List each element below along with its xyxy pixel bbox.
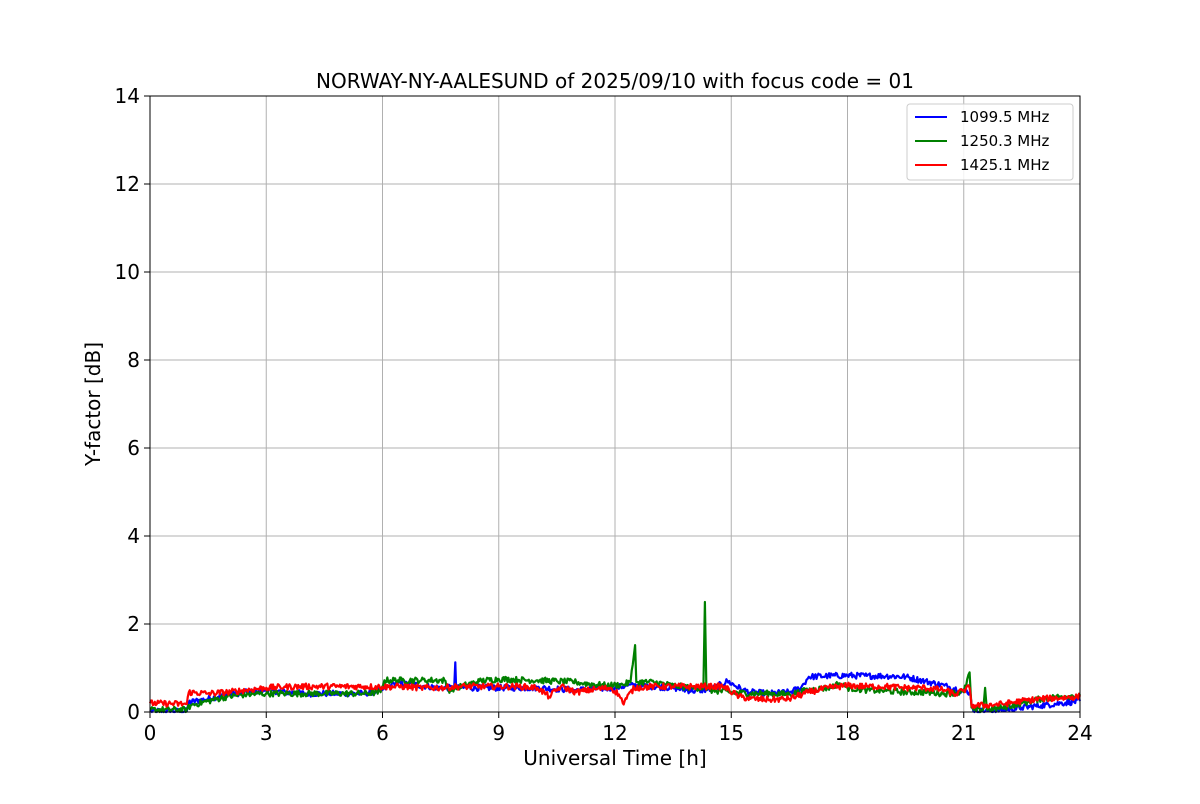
x-tick-label: 0: [144, 721, 157, 745]
y-tick-label: 8: [127, 348, 140, 372]
y-tick-label: 0: [127, 700, 140, 724]
chart-title: NORWAY-NY-AALESUND of 2025/09/10 with fo…: [316, 69, 914, 93]
y-axis-ticks: 0 2 4 6 8 10 12 14: [115, 84, 150, 724]
x-axis-label: Universal Time [h]: [523, 746, 706, 770]
x-tick-label: 21: [951, 721, 976, 745]
x-tick-label: 9: [492, 721, 505, 745]
y-tick-label: 2: [127, 612, 140, 636]
grid-layer: [149, 95, 1081, 713]
x-tick-label: 6: [376, 721, 389, 745]
x-tick-label: 12: [602, 721, 627, 745]
y-tick-label: 12: [115, 172, 140, 196]
y-tick-label: 4: [127, 524, 140, 548]
y-tick-label: 10: [115, 260, 140, 284]
chart-root: NORWAY-NY-AALESUND of 2025/09/10 with fo…: [0, 0, 1200, 800]
x-tick-label: 15: [719, 721, 744, 745]
legend: 1099.5 MHz 1250.3 MHz 1425.1 MHz: [906, 103, 1074, 181]
y-axis-label: Y-factor [dB]: [81, 342, 105, 467]
x-axis-ticks: 0 3 6 9 12 15 18 21 24: [144, 712, 1093, 745]
plot-svg: NORWAY-NY-AALESUND of 2025/09/10 with fo…: [81, 69, 1093, 770]
x-tick-label: 18: [835, 721, 860, 745]
x-tick-label: 24: [1067, 721, 1092, 745]
y-tick-label: 14: [115, 84, 140, 108]
y-tick-label: 6: [127, 436, 140, 460]
legend-label-2: 1425.1 MHz: [960, 156, 1049, 174]
legend-label-1: 1250.3 MHz: [960, 132, 1049, 150]
legend-label-0: 1099.5 MHz: [960, 108, 1049, 126]
legend-items: 1099.5 MHz 1250.3 MHz 1425.1 MHz: [915, 108, 1049, 174]
x-tick-label: 3: [260, 721, 273, 745]
